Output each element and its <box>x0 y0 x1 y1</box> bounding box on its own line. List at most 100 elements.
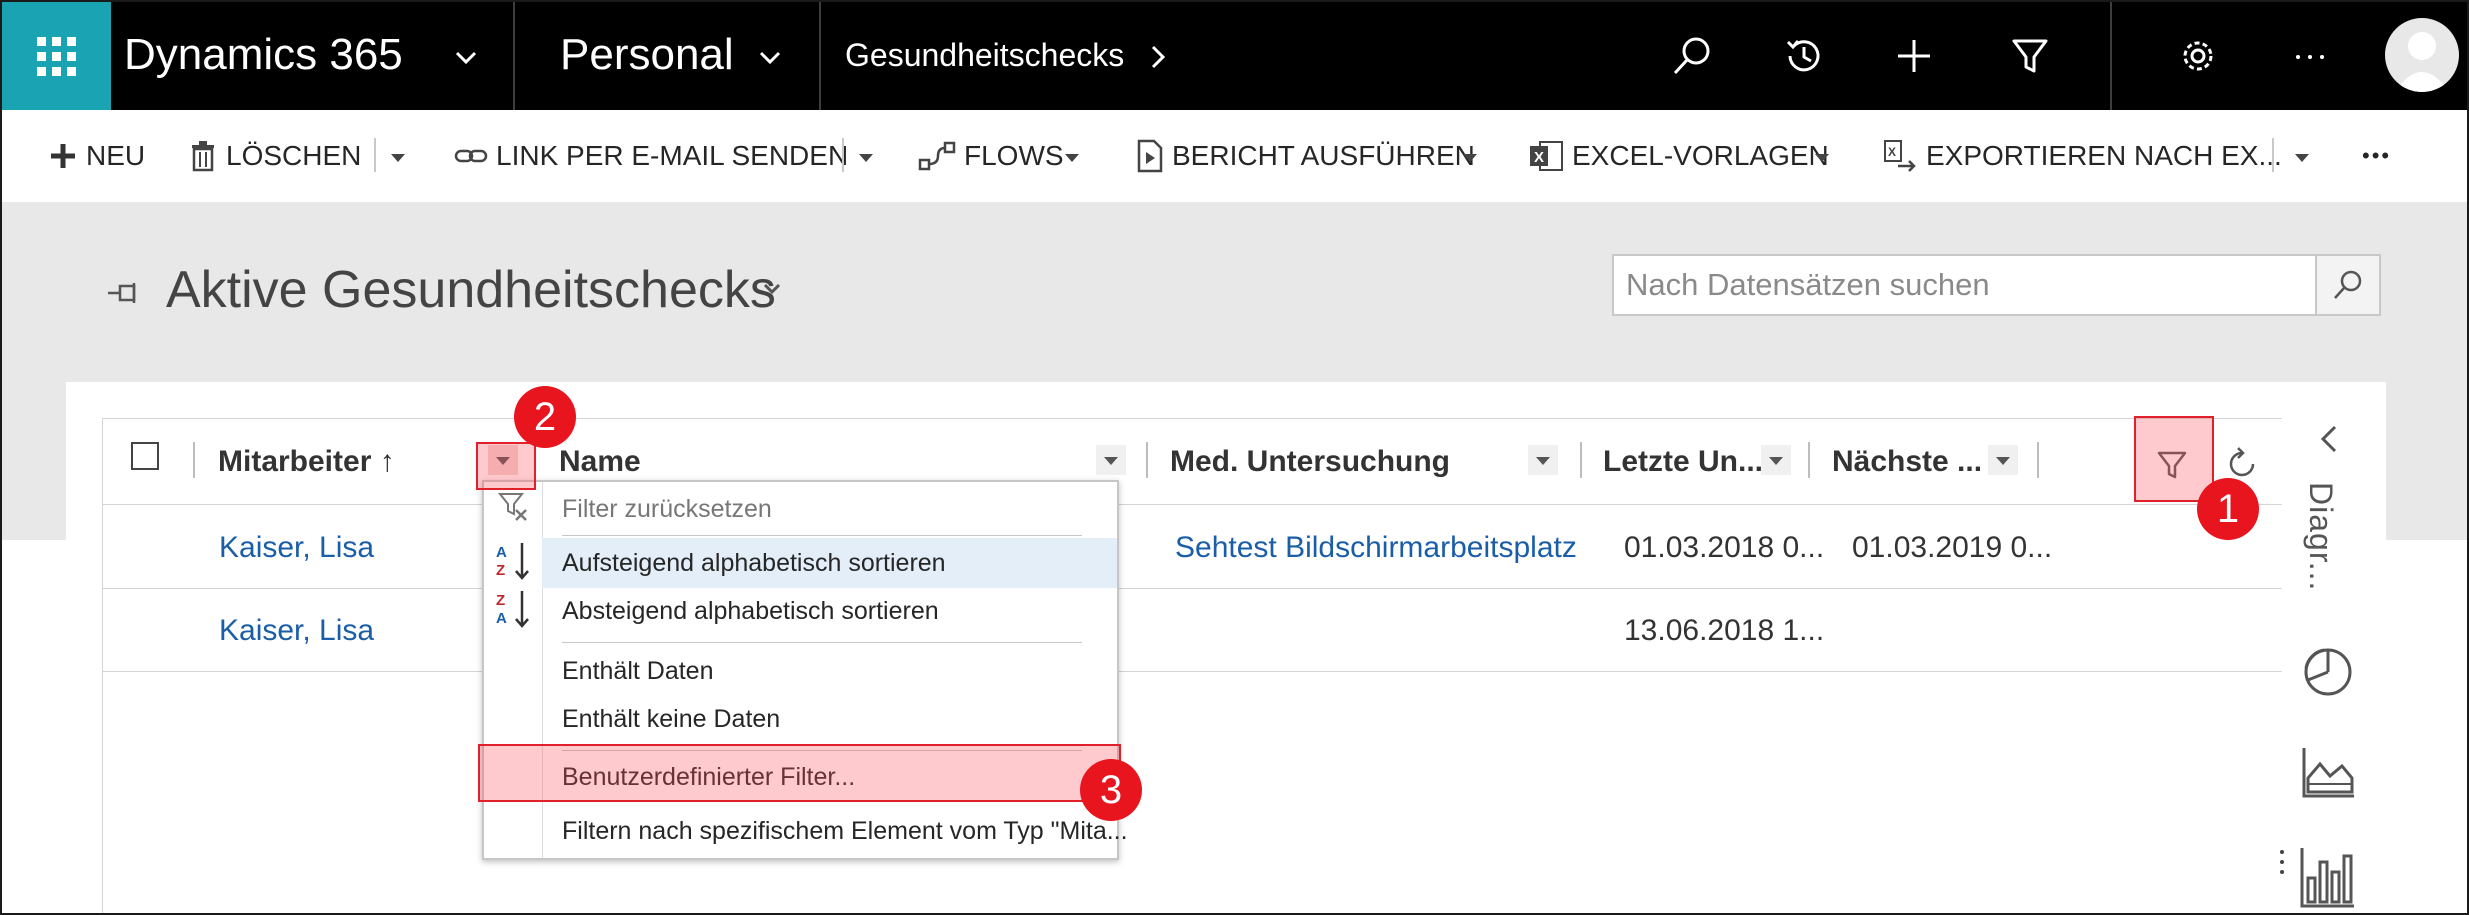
menu-item-reset-filter[interactable]: Filter zurücksetzen <box>542 484 1117 534</box>
search-icon <box>2334 270 2362 299</box>
cell-letzte: 13.06.2018 1... <box>1624 614 1825 647</box>
column-header-untersuchung[interactable]: Med. Untersuchung <box>1170 445 1450 479</box>
command-separator <box>374 138 376 172</box>
pie-chart-icon[interactable] <box>2300 642 2356 698</box>
export-excel-button[interactable]: X EXPORTIEREN NACH EX... <box>1882 110 2282 202</box>
chevron-left-icon[interactable] <box>2318 424 2340 454</box>
entity-breadcrumb[interactable]: Gesundheitschecks <box>845 2 1124 110</box>
export-icon: X <box>1884 140 1916 172</box>
more-commands-button[interactable]: ••• <box>2362 110 2391 202</box>
svg-text:X: X <box>1534 149 1544 166</box>
gear-icon[interactable] <box>2174 32 2222 80</box>
column-separator <box>1580 442 1582 478</box>
area-switcher[interactable]: Personal <box>560 2 734 110</box>
menu-item-sort-ascending[interactable]: Aufsteigend alphabetisch sortieren <box>542 538 1117 588</box>
column-filter-menu: Filter zurücksetzen AZ Aufsteigend alpha… <box>482 480 1128 860</box>
menu-item-filter-specific[interactable]: Filtern nach spezifischem Element vom Ty… <box>542 806 1128 856</box>
run-report-button[interactable]: BERICHT AUSFÜHREN <box>1136 110 1475 202</box>
delete-button[interactable]: LÖSCHEN <box>188 110 361 202</box>
row-divider <box>102 671 2282 672</box>
view-title[interactable]: Aktive Gesundheitschecks <box>166 260 776 320</box>
menu-item-sort-descending[interactable]: Absteigend alphabetisch sortieren <box>542 586 1117 636</box>
column-header-letzte[interactable]: Letzte Un... <box>1603 445 1763 479</box>
excel-dropdown-caret[interactable] <box>1815 154 1829 162</box>
chevron-down-icon[interactable] <box>762 282 782 296</box>
export-excel-label: EXPORTIEREN NACH EX... <box>1926 140 2282 171</box>
search-icon[interactable] <box>1668 32 1716 80</box>
highlight-filter-toggle <box>2134 416 2214 502</box>
nav-divider <box>819 2 821 110</box>
search-button[interactable] <box>2315 256 2379 314</box>
pin-icon[interactable] <box>106 280 144 306</box>
row-divider <box>102 588 2282 589</box>
history-icon[interactable] <box>1780 32 1828 80</box>
flows-dropdown-caret[interactable] <box>1065 154 1079 162</box>
cell-mitarbeiter-link[interactable]: Kaiser, Lisa <box>219 614 374 648</box>
email-link-button[interactable]: LINK PER E-MAIL SENDEN <box>454 110 848 202</box>
waffle-icon[interactable] <box>2 2 111 110</box>
step-badge-3: 3 <box>1080 759 1142 821</box>
excel-templates-button[interactable]: X EXCEL-VORLAGEN <box>1528 110 1829 202</box>
select-all-checkbox[interactable] <box>131 442 159 470</box>
cell-letzte: 01.03.2018 0... <box>1624 531 1825 564</box>
highlight-custom-filter <box>478 744 1121 802</box>
link-icon <box>454 149 488 163</box>
filter-icon[interactable] <box>2006 32 2054 80</box>
svg-text:Z: Z <box>496 562 505 579</box>
column-menu-untersuchung[interactable] <box>1528 445 1558 475</box>
flows-button[interactable]: FLOWS <box>918 110 1064 202</box>
record-search-box <box>1612 254 2381 316</box>
column-menu-letzte[interactable] <box>1761 445 1791 475</box>
flows-label: FLOWS <box>964 140 1064 171</box>
step-badge-1: 1 <box>2197 478 2259 540</box>
column-menu-name[interactable] <box>1096 445 1126 475</box>
chevron-down-icon[interactable] <box>454 50 478 66</box>
report-dropdown-caret[interactable] <box>1463 154 1477 162</box>
more-icon[interactable] <box>2286 32 2334 80</box>
app-window: Dynamics 365 Personal Gesundheitschecks … <box>0 0 2469 915</box>
search-input[interactable] <box>1614 256 2318 314</box>
svg-text:Z: Z <box>496 592 505 609</box>
charts-label[interactable]: Diagr... <box>2302 482 2339 591</box>
run-report-label: BERICHT AUSFÜHREN <box>1172 140 1475 171</box>
nav-divider <box>2110 2 2112 110</box>
area-chart-icon[interactable] <box>2300 744 2356 800</box>
delete-label: LÖSCHEN <box>226 140 362 171</box>
email-link-label: LINK PER E-MAIL SENDEN <box>496 140 849 171</box>
column-menu-naechste[interactable] <box>1988 445 2018 475</box>
column-header-mitarbeiter[interactable]: Mitarbeiter ↑ <box>218 445 395 479</box>
menu-item-contains-data[interactable]: Enthält Daten <box>542 646 1117 696</box>
flow-icon <box>918 141 956 171</box>
delete-dropdown-caret[interactable] <box>391 154 405 162</box>
plus-icon[interactable] <box>1890 32 1938 80</box>
step-badge-2: 2 <box>514 386 576 448</box>
menu-separator <box>562 535 1082 536</box>
cell-untersuchung-link[interactable]: Sehtest Bildschirmarbeitsplatz <box>1175 531 1577 565</box>
chevron-right-icon[interactable] <box>1150 44 1166 70</box>
email-dropdown-caret[interactable] <box>859 154 873 162</box>
excel-icon: X <box>1530 141 1563 171</box>
plus-icon <box>51 144 75 168</box>
cell-mitarbeiter-link[interactable]: Kaiser, Lisa <box>219 531 374 565</box>
bar-chart-icon[interactable] <box>2278 844 2356 910</box>
menu-item-contains-no-data[interactable]: Enthält keine Daten <box>542 694 1117 744</box>
export-dropdown-caret[interactable] <box>2295 154 2309 162</box>
command-bar: NEU LÖSCHEN LINK PER E-MAIL SENDEN FLOWS… <box>2 110 2467 203</box>
column-header-name[interactable]: Name <box>559 445 641 479</box>
new-button[interactable]: NEU <box>48 110 145 202</box>
command-separator <box>2272 138 2274 172</box>
trash-icon <box>192 141 214 172</box>
sort-ascending-icon: AZ <box>496 543 529 580</box>
column-separator <box>1808 442 1810 478</box>
app-name[interactable]: Dynamics 365 <box>124 2 403 110</box>
svg-text:A: A <box>496 544 507 561</box>
new-label: NEU <box>86 140 146 171</box>
clear-filter-icon <box>497 493 527 521</box>
column-header-naechste[interactable]: Nächste ... <box>1832 445 1982 479</box>
column-separator <box>2037 442 2039 478</box>
avatar-icon[interactable] <box>2385 18 2459 92</box>
command-separator <box>842 138 844 172</box>
highlight-column-menu <box>476 442 536 490</box>
chevron-down-icon[interactable] <box>758 50 782 66</box>
cell-naechste: 01.03.2019 0... <box>1852 531 2053 564</box>
